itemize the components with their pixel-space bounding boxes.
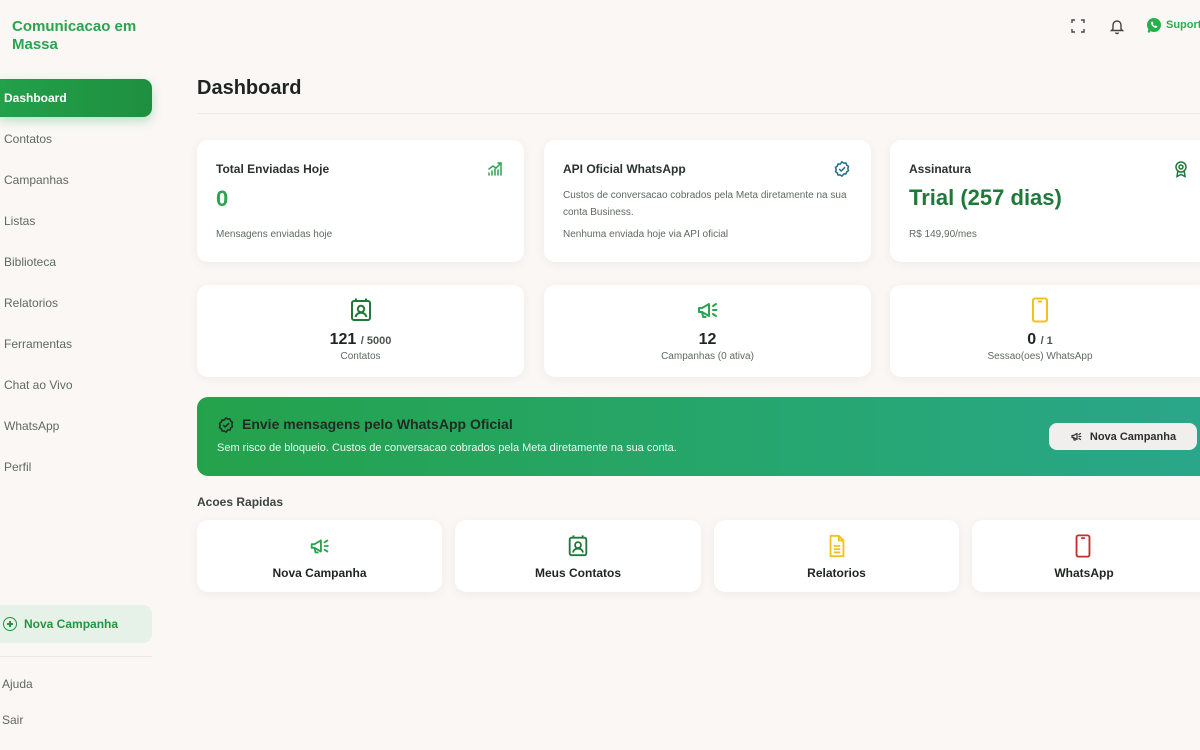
sessions-stat-card: 0 / 1 Sessao(oes) WhatsApp xyxy=(890,285,1200,377)
contacts-count: 121 xyxy=(329,331,357,348)
sessions-stat-value: 0 / 1 xyxy=(890,331,1190,349)
quick-action-whatsapp[interactable]: WhatsApp xyxy=(972,520,1200,592)
plus-circle-icon xyxy=(3,617,17,631)
subscription-title: Assinatura xyxy=(909,162,972,176)
sidebar-item-dashboard[interactable]: Dashboard xyxy=(0,79,152,117)
megaphone-icon xyxy=(1071,432,1082,441)
sidebar-item-label: Campanhas xyxy=(4,173,69,187)
help-link[interactable]: Ajuda xyxy=(2,677,33,691)
subscription-card: Assinatura Trial (257 dias) R$ 149,90/me… xyxy=(890,140,1200,262)
phone-icon xyxy=(1032,297,1048,323)
sessions-stat-label: Sessao(oes) WhatsApp xyxy=(987,351,1093,362)
banner-button-label: Nova Campanha xyxy=(1089,430,1177,443)
sent-today-subtitle: Mensagens enviadas hoje xyxy=(216,229,333,240)
banner-subtitle: Sem risco de bloqueio. Custos de convers… xyxy=(217,442,677,454)
sidebar-item-label: Dashboard xyxy=(4,91,67,105)
api-whatsapp-card: API Oficial WhatsApp Custos de conversac… xyxy=(544,140,871,262)
contact-card-icon xyxy=(568,535,588,557)
sidebar-item-relatorios[interactable]: Relatorios xyxy=(0,284,152,322)
quick-action-label: Relatorios xyxy=(807,566,866,580)
contacts-stat-label: Contatos xyxy=(340,351,381,362)
page-title: Dashboard xyxy=(197,77,302,99)
sidebar-new-campaign-label: Nova Campanha xyxy=(24,617,119,631)
title-divider xyxy=(197,113,1200,114)
sidebar-item-label: Listas xyxy=(4,214,36,228)
sidebar-item-label: Biblioteca xyxy=(4,255,57,269)
megaphone-icon xyxy=(697,303,717,318)
bell-icon[interactable] xyxy=(1108,17,1126,35)
fullscreen-icon[interactable] xyxy=(1069,17,1087,35)
api-card-note: Nenhuma enviada hoje via API oficial xyxy=(563,229,729,240)
sidebar-item-chat-ao-vivo[interactable]: Chat ao Vivo xyxy=(0,366,152,404)
sent-today-card: Total Enviadas Hoje 0 Mensagens enviadas… xyxy=(197,140,524,262)
campaigns-stat-label: Campanhas (0 ativa) xyxy=(661,351,754,362)
contact-card-icon xyxy=(350,298,371,321)
banner-new-campaign-button[interactable]: Nova Campanha xyxy=(1049,423,1197,450)
sent-today-value: 0 xyxy=(216,186,229,211)
whatsapp-icon xyxy=(1147,18,1161,33)
quick-action-my-contacts[interactable]: Meus Contatos xyxy=(455,520,701,592)
sidebar-item-contatos[interactable]: Contatos xyxy=(0,120,152,158)
subscription-price: R$ 149,90/mes xyxy=(909,229,977,240)
contacts-stat-value: 121 / 5000 xyxy=(197,331,524,349)
verified-icon xyxy=(834,161,850,177)
sent-today-title: Total Enviadas Hoje xyxy=(216,162,330,176)
sidebar-item-label: Chat ao Vivo xyxy=(4,378,73,392)
sessions-limit: / 1 xyxy=(1040,335,1053,347)
quick-actions-title: Acoes Rapidas xyxy=(197,495,284,509)
campaigns-stat-value: 12 xyxy=(698,331,717,348)
contacts-stat-card: 121 / 5000 Contatos xyxy=(197,285,524,377)
sidebar-item-label: Ferramentas xyxy=(4,337,73,351)
verified-icon xyxy=(218,417,234,433)
sidebar-item-campanhas[interactable]: Campanhas xyxy=(0,161,152,199)
campaigns-stat-card: 12 Campanhas (0 ativa) xyxy=(544,285,871,377)
sidebar-new-campaign-button[interactable]: Nova Campanha xyxy=(0,605,152,643)
sidebar-divider xyxy=(0,656,152,657)
whatsapp-official-banner: Envie mensagens pelo WhatsApp Oficial Se… xyxy=(197,397,1200,476)
phone-icon xyxy=(1075,534,1091,558)
megaphone-icon xyxy=(310,539,329,554)
sidebar-item-listas[interactable]: Listas xyxy=(0,202,152,240)
logout-link[interactable]: Sair xyxy=(2,713,23,727)
quick-action-label: Nova Campanha xyxy=(272,566,367,580)
sidebar-item-label: Perfil xyxy=(4,460,32,474)
sidebar-item-biblioteca[interactable]: Biblioteca xyxy=(0,243,152,281)
quick-action-reports[interactable]: Relatorios xyxy=(714,520,959,592)
sidebar: Comunicacao em Massa Dashboard Contatos … xyxy=(0,0,160,750)
quick-action-new-campaign[interactable]: Nova Campanha xyxy=(197,520,442,592)
banner-title: Envie mensagens pelo WhatsApp Oficial xyxy=(242,416,513,432)
contacts-limit: / 5000 xyxy=(360,335,392,347)
award-icon xyxy=(1175,161,1187,178)
sidebar-item-label: Relatorios xyxy=(4,296,59,310)
sidebar-item-whatsapp[interactable]: WhatsApp xyxy=(0,407,152,445)
sidebar-nav: Dashboard Contatos Campanhas Listas Bibl… xyxy=(0,79,152,489)
brand-title: Comunicacao em Massa xyxy=(12,18,137,53)
sessions-count: 0 xyxy=(1027,331,1037,348)
subscription-value: Trial (257 dias) xyxy=(909,185,1062,210)
quick-action-label: Meus Contatos xyxy=(534,566,621,580)
chart-up-icon xyxy=(488,162,502,176)
sidebar-item-perfil[interactable]: Perfil xyxy=(0,448,152,486)
document-icon xyxy=(829,534,844,558)
support-link[interactable]: Suporte xyxy=(1146,17,1200,33)
api-card-description: Custos de conversacao cobrados pela Meta… xyxy=(563,190,847,218)
sidebar-item-label: Contatos xyxy=(4,132,53,146)
api-card-title: API Oficial WhatsApp xyxy=(563,162,686,176)
support-label: Suporte xyxy=(1166,19,1200,31)
quick-action-label: WhatsApp xyxy=(1054,566,1114,580)
sidebar-item-label: WhatsApp xyxy=(4,419,60,433)
sidebar-item-ferramentas[interactable]: Ferramentas xyxy=(0,325,152,363)
